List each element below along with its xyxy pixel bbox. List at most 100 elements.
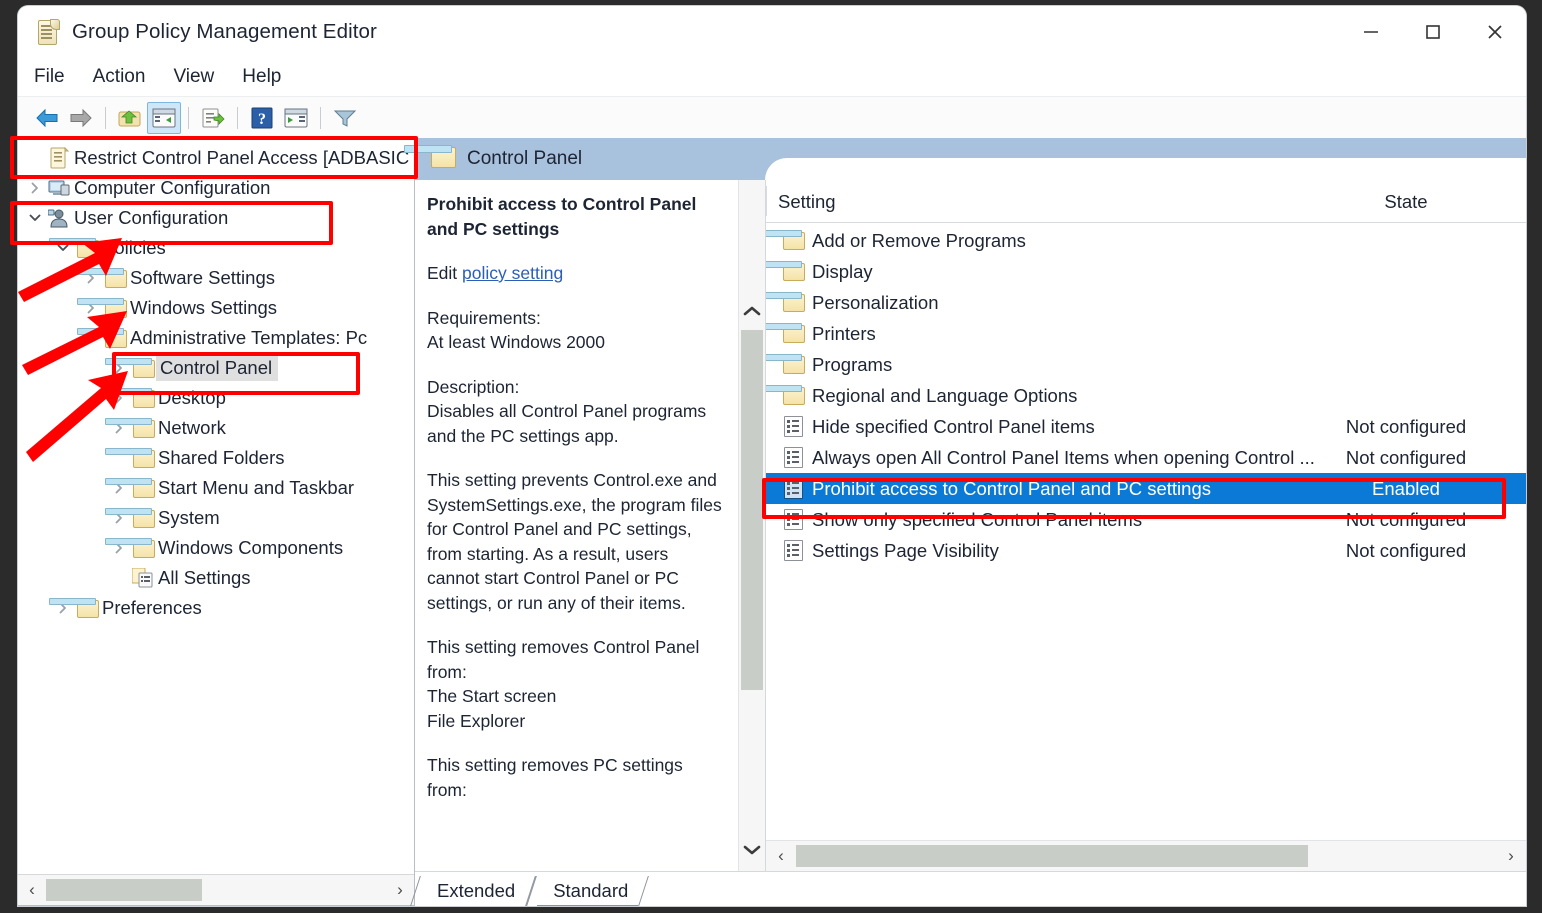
description-body: Prohibit access to Control Panel and PC … — [415, 180, 738, 871]
chevron-down-icon[interactable] — [24, 211, 46, 225]
tree-item-software-settings[interactable]: Software Settings — [18, 263, 414, 293]
folder-icon — [766, 356, 810, 373]
list-scroll-track[interactable] — [796, 843, 1496, 869]
filter-icon[interactable] — [328, 102, 362, 134]
show-hide-action-pane-icon[interactable] — [279, 102, 313, 134]
tree-item-label: Shared Folders — [156, 447, 284, 469]
tree-item-control-panel[interactable]: Control Panel — [18, 353, 414, 383]
folder-icon — [74, 240, 100, 257]
close-button[interactable] — [1464, 6, 1526, 58]
folder-icon — [766, 263, 810, 280]
tree-item-shared-folders[interactable]: Shared Folders — [18, 443, 414, 473]
menu-view[interactable]: View — [173, 66, 214, 88]
menu-help[interactable]: Help — [242, 66, 281, 88]
column-header-state[interactable]: State — [1322, 191, 1490, 222]
settings-row-name: Regional and Language Options — [810, 385, 1322, 407]
menu-action[interactable]: Action — [93, 66, 146, 88]
tree-item-label: Software Settings — [128, 267, 275, 289]
column-header-setting[interactable]: Setting — [766, 191, 1322, 222]
settings-row[interactable]: Add or Remove Programs — [766, 225, 1526, 256]
settings-row-name: Display — [810, 261, 1322, 283]
tab-extended-label: Extended — [437, 880, 515, 902]
tree-item-windows-components[interactable]: Windows Components — [18, 533, 414, 563]
maximize-button[interactable] — [1402, 6, 1464, 58]
settings-row[interactable]: Personalization — [766, 287, 1526, 318]
tree-item-policies[interactable]: Policies — [18, 233, 414, 263]
tree-item-preferences[interactable]: Preferences — [18, 593, 414, 623]
minimize-button[interactable] — [1340, 6, 1402, 58]
scroll-right-icon[interactable]: › — [386, 880, 414, 900]
settings-row-state: Not configured — [1322, 447, 1490, 469]
description-paragraph-1: Disables all Control Panel programs and … — [427, 401, 706, 446]
settings-row[interactable]: Show only specified Control Panel itemsN… — [766, 504, 1526, 535]
tree-item-label: All Settings — [156, 567, 251, 589]
description-paragraph-4: This setting removes PC settings from: — [427, 753, 724, 802]
requirements-label: Requirements: — [427, 308, 541, 328]
settings-row-name: Printers — [810, 323, 1322, 345]
tree-item-computer-configuration[interactable]: Computer Configuration — [18, 173, 414, 203]
folder-icon — [130, 480, 156, 497]
settings-row[interactable]: Programs — [766, 349, 1526, 380]
settings-row[interactable]: Regional and Language Options — [766, 380, 1526, 411]
folder-icon — [102, 270, 128, 287]
chevron-up-icon[interactable] — [739, 298, 765, 324]
tree-horizontal-scrollbar[interactable]: ‹ › — [18, 874, 414, 905]
tree-item-desktop[interactable]: Desktop — [18, 383, 414, 413]
console-tree[interactable]: Restrict Control Panel Access [ADBASICCo… — [18, 138, 414, 874]
panes-row: Prohibit access to Control Panel and PC … — [415, 180, 1526, 871]
description-paragraph-3: This setting removes Control Panel from:… — [427, 635, 724, 733]
policy-setting-link[interactable]: policy setting — [462, 263, 563, 283]
tree-item-network[interactable]: Network — [18, 413, 414, 443]
tree-item-start-menu-and-taskbar[interactable]: Start Menu and Taskbar — [18, 473, 414, 503]
menu-bar: File Action View Help — [18, 58, 1526, 97]
folder-icon — [766, 387, 810, 404]
tree-item-label: Start Menu and Taskbar — [156, 477, 354, 499]
policy-setting-icon — [766, 540, 810, 561]
forward-icon[interactable] — [64, 102, 98, 134]
chevron-right-icon[interactable] — [24, 181, 46, 195]
tree-item-user-configuration[interactable]: User Configuration — [18, 203, 414, 233]
folder-icon — [130, 540, 156, 557]
settings-row[interactable]: Display — [766, 256, 1526, 287]
setting-title: Prohibit access to Control Panel and PC … — [427, 192, 724, 241]
control-panel-header-title: Control Panel — [467, 148, 582, 170]
back-icon[interactable] — [30, 102, 64, 134]
settings-row[interactable]: Hide specified Control Panel itemsNot co… — [766, 411, 1526, 442]
list-horizontal-scrollbar[interactable]: ‹ › — [766, 840, 1526, 871]
folder-icon — [431, 147, 455, 172]
tree-scroll-thumb[interactable] — [46, 879, 202, 901]
settings-row-state: Not configured — [1322, 416, 1490, 438]
tree-item-restrict-control-panel-access-adbasic[interactable]: Restrict Control Panel Access [ADBASIC — [18, 143, 414, 173]
settings-row[interactable]: Always open All Control Panel Items when… — [766, 442, 1526, 473]
tab-extended[interactable]: Extended — [415, 876, 531, 906]
settings-row[interactable]: Settings Page VisibilityNot configured — [766, 535, 1526, 566]
settings-row-state: Not configured — [1322, 540, 1490, 562]
settings-row[interactable]: Prohibit access to Control Panel and PC … — [766, 473, 1526, 504]
tree-item-all-settings[interactable]: All Settings — [18, 563, 414, 593]
chevron-down-icon[interactable] — [739, 837, 765, 863]
tree-item-system[interactable]: System — [18, 503, 414, 533]
list-scroll-right-icon[interactable]: › — [1496, 846, 1526, 866]
description-scroll-thumb[interactable] — [741, 330, 763, 690]
description-vertical-scrollbar[interactable] — [738, 180, 765, 871]
description-paragraph-2: This setting prevents Control.exe and Sy… — [427, 468, 724, 615]
settings-row[interactable]: Printers — [766, 318, 1526, 349]
help-icon[interactable]: ? — [245, 102, 279, 134]
tree-item-windows-settings[interactable]: Windows Settings — [18, 293, 414, 323]
export-list-icon[interactable] — [196, 102, 230, 134]
window-title: Group Policy Management Editor — [72, 20, 377, 44]
list-scroll-thumb[interactable] — [796, 845, 1308, 867]
settings-rows[interactable]: Add or Remove Programs Display Personaliza… — [766, 223, 1526, 840]
policy-document-icon — [46, 147, 72, 169]
tree-item-label: Windows Settings — [128, 297, 277, 319]
scroll-left-icon[interactable]: ‹ — [18, 880, 46, 900]
tree-scroll-track[interactable] — [46, 877, 386, 903]
tree-item-administrative-templates-pc[interactable]: Administrative Templates: Pc — [18, 323, 414, 353]
menu-file[interactable]: File — [34, 66, 65, 88]
list-scroll-left-icon[interactable]: ‹ — [766, 846, 796, 866]
up-one-level-icon[interactable] — [113, 102, 147, 134]
settings-list-pane: Setting State Add or Remove Programs Disp… — [766, 180, 1526, 871]
description-label: Description: — [427, 377, 519, 397]
tab-standard[interactable]: Standard — [531, 876, 644, 906]
show-hide-console-tree-icon[interactable] — [147, 102, 181, 134]
